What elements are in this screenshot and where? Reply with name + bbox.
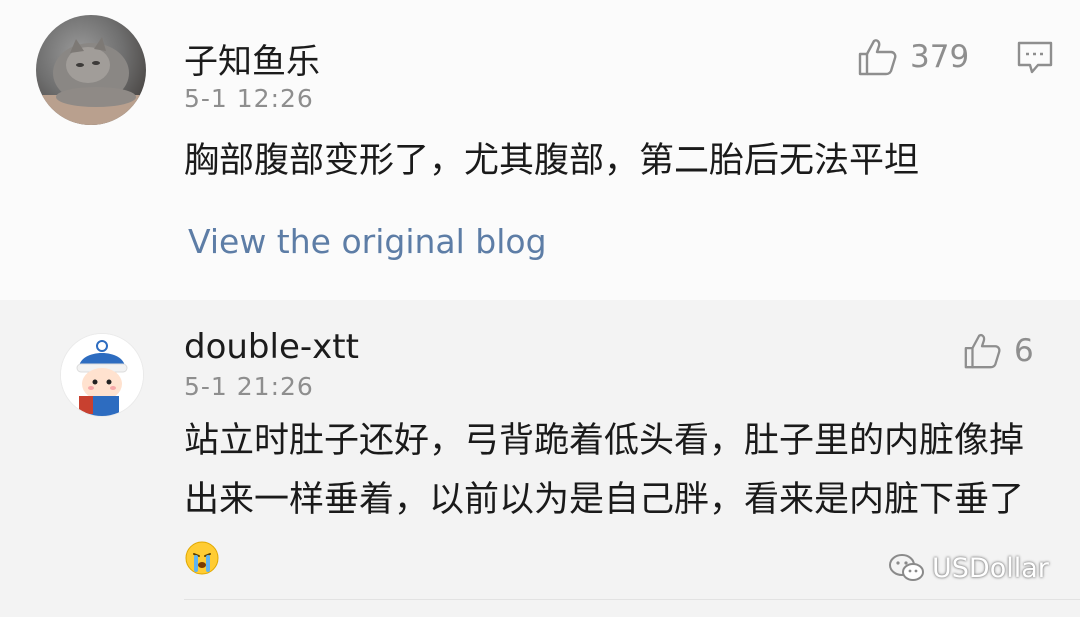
view-original-blog-link[interactable]: View the original blog [188,222,547,261]
wechat-icon [889,554,924,581]
timestamp: 5-1 12:26 [184,84,314,113]
crying-face-emoji [185,541,219,575]
reply-button[interactable] [1016,40,1054,76]
divider [184,599,1080,600]
user-avatar[interactable] [60,333,144,417]
cartoon-avatar-image [61,334,143,416]
comment-text: 胸部腹部变形了，尤其腹部，第二胎后无法平坦 [184,141,920,181]
thumbs-up-icon [964,334,1001,369]
like-button[interactable]: 6 [962,331,1034,371]
thumbs-up-icon [858,39,897,76]
watermark: USDollar [888,552,1049,584]
comment-bubble-icon [1017,41,1053,74]
like-count: 6 [1014,333,1034,369]
user-avatar[interactable] [36,15,146,125]
timestamp: 5-1 21:26 [184,372,314,401]
like-count: 379 [910,39,970,75]
cat-avatar-image [36,37,146,125]
comment-text-body: 站立时肚子还好，弓背跪着低头看，肚子里的内脏像掉出来一样垂着，以前以为是自己胖，… [184,421,1025,520]
watermark-label: USDollar [932,552,1049,584]
like-button[interactable]: 379 [856,36,969,78]
comment-item-1: 子知鱼乐 5-1 12:26 379 胸部腹部变形了，尤其腹部，第二胎后无法平坦… [0,0,1080,300]
username[interactable]: 子知鱼乐 [184,34,320,83]
username[interactable]: double-xtt [184,327,359,367]
